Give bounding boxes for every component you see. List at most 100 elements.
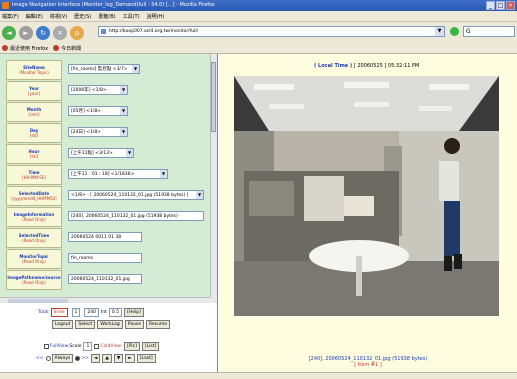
menu-help[interactable]: 說明(H) <box>147 13 165 20</box>
vertical-scrollbar[interactable] <box>210 54 217 303</box>
field-label: Year [year] <box>6 81 62 101</box>
window-titlebar: Image Navigation Interface (Monitor_log_… <box>0 0 517 11</box>
prev-arrow-icon[interactable]: ◄ <box>90 354 101 363</box>
bookmark-item[interactable]: 最近使用 Firefox <box>10 45 48 52</box>
office-scene <box>234 76 499 316</box>
field-label: SelectedDate (yyyymmdd_HHMMSS) <box>6 186 62 206</box>
total-label: Total <box>38 310 49 315</box>
back-icon[interactable]: ◄ <box>2 25 16 40</box>
chevron-down-icon[interactable]: ▼ <box>435 27 444 36</box>
maximize-button[interactable]: □ <box>496 1 505 10</box>
selected-time-field[interactable]: 20060524 0011 01 38 <box>68 232 142 242</box>
last-button[interactable]: [Last] <box>136 354 156 363</box>
field-label: ImagePathname/source (Read Only) <box>6 270 62 290</box>
help-button[interactable]: [Help] <box>124 308 144 317</box>
time-select[interactable]: [上午11 : 01 : 18] <1/1836> ▼ <box>68 169 168 179</box>
url-text: http://boop007.acl4.org.tw/monitor/full/ <box>109 29 199 34</box>
menu-history[interactable]: 歷史(S) <box>74 13 91 20</box>
control-panel: Total Slide 1 240 Int 0.5 [Help] Logout … <box>0 303 218 374</box>
chevron-down-icon: ▼ <box>120 107 127 115</box>
logout-button[interactable]: Logout <box>52 320 74 329</box>
field-row: ImagePathname/source (Read Only) 20060524… <box>6 270 210 292</box>
stop-icon[interactable]: × <box>53 25 67 40</box>
forward-icon[interactable]: ► <box>19 25 33 40</box>
scrollbar-thumb[interactable] <box>211 62 216 132</box>
field-row: MonitorTopic (Read Only) fin_rooms <box>6 249 210 271</box>
fullview-checkbox[interactable] <box>44 344 49 349</box>
always-button[interactable]: Always <box>51 354 74 363</box>
menu-tools[interactable]: 工具(T) <box>123 13 140 20</box>
hour-select[interactable]: [上午11點] <3/13> ▼ <box>68 148 134 158</box>
down-arrow-icon[interactable]: ▼ <box>113 354 124 363</box>
nav-prefix: << <box>36 356 44 361</box>
field-row: Day [dd] [24日] <1/8> ▼ <box>6 123 210 145</box>
worklog-button[interactable]: WorkLog <box>97 320 123 329</box>
field-row: SelectedTime (Read Only) 20060524 0011 01… <box>6 228 210 250</box>
day-select[interactable]: [24日] <1/8> ▼ <box>68 127 128 137</box>
field-label: SelectedTime (Read Only) <box>6 228 62 248</box>
field-row: ImageInformation (Read Only) [240]. 20060… <box>6 207 210 229</box>
fullview-label: FullView <box>50 344 69 349</box>
page-content: SiteName (Monitor Topic) [fin_rooms] 監控點 … <box>0 54 517 374</box>
field-label: ImageInformation (Read Only) <box>6 207 62 227</box>
local-time: ( Local Time ) [ 20060525 ] 05:32:11 PM <box>314 63 419 69</box>
pic-button[interactable]: [Pic] <box>124 342 140 351</box>
image-path-field[interactable]: 20060524_110132_01.jpg <box>68 274 142 284</box>
bookmarks-bar: 最近使用 Firefox 今日新聞 <box>0 43 517 54</box>
image-info-field[interactable]: [240]. 20060524_110132_01.jpg (51938 byt… <box>68 211 204 221</box>
next-arrow-icon[interactable]: ► <box>125 354 135 363</box>
url-bar[interactable]: http://boop007.acl4.org.tw/monitor/full/… <box>98 26 445 37</box>
sitename-select[interactable]: [fin_rooms] 監控點 <3/7> ▼ <box>68 64 140 74</box>
field-row: SiteName (Monitor Topic) [fin_rooms] 監控點 … <box>6 60 210 82</box>
field-label: Hour [hh] <box>6 144 62 164</box>
menu-edit[interactable]: 編輯(E) <box>26 13 43 20</box>
field-label: Day [dd] <box>6 123 62 143</box>
pause-button[interactable]: Pause <box>124 320 144 329</box>
slide-input[interactable]: 1 <box>71 308 81 317</box>
field-row: Year [year] [2006年] <1/8> ▼ <box>6 81 210 103</box>
caption-item: [ Item #1 ] <box>354 362 382 368</box>
select-button[interactable]: Select <box>75 320 96 329</box>
menu-file[interactable]: 檔案(F) <box>2 13 19 20</box>
int-label: Int <box>100 310 107 315</box>
bookmark-item[interactable]: 今日新聞 <box>61 45 81 52</box>
chevron-down-icon: ▼ <box>120 128 127 136</box>
status-bar <box>0 372 517 379</box>
menu-bar: 檔案(F) 編輯(E) 檢視(V) 歷史(S) 書籤(B) 工具(T) 說明(H… <box>0 11 517 22</box>
of-input[interactable]: 240 <box>84 308 99 317</box>
firefox-icon <box>2 2 9 9</box>
navigation-toolbar: ◄ ► ↻ × ⌂ http://boop007.acl4.org.tw/mon… <box>0 22 517 43</box>
camera-image[interactable] <box>234 76 499 316</box>
menu-view[interactable]: 檢視(V) <box>50 13 67 20</box>
search-input[interactable]: G <box>463 26 515 37</box>
coldview-checkbox[interactable] <box>94 344 100 349</box>
resume-button[interactable]: Resume <box>145 320 171 329</box>
minimize-button[interactable]: _ <box>486 1 495 10</box>
go-icon[interactable] <box>450 27 459 36</box>
close-button[interactable]: × <box>506 1 515 10</box>
int-input[interactable]: 0.5 <box>108 308 123 317</box>
always-radio[interactable] <box>45 356 51 361</box>
scale-label: Scale <box>69 344 82 349</box>
monitor-topic-field[interactable]: fin_rooms <box>68 253 142 263</box>
favicon-icon <box>101 29 106 34</box>
scale-select[interactable]: 1 <box>83 342 93 351</box>
selected-date-select[interactable]: <1/8> - [ 20060524_110132_01.jpg (51938 … <box>68 190 204 200</box>
image-caption: [240]. 20060524_110132_01.jpg (51938 byt… <box>219 356 517 368</box>
list-button[interactable]: [List] <box>141 342 160 351</box>
field-label: MonitorTopic (Read Only) <box>6 249 62 269</box>
slide-label: Slide <box>50 308 68 317</box>
reload-icon[interactable]: ↻ <box>36 25 50 40</box>
menu-bookmarks[interactable]: 書籤(B) <box>98 13 115 20</box>
chevron-down-icon: ▼ <box>126 149 133 157</box>
up-arrow-icon[interactable]: ▲ <box>102 354 112 363</box>
local-time-value: [ 20060525 ] 05:32:11 PM <box>353 63 420 69</box>
next-radio[interactable] <box>75 356 81 361</box>
home-icon[interactable]: ⌂ <box>70 25 84 40</box>
month-select[interactable]: [05月] <1/8> ▼ <box>68 106 128 116</box>
local-time-label: ( Local Time ) <box>314 63 353 69</box>
chevron-down-icon: ▼ <box>120 86 127 94</box>
coldview-label: ColdView <box>100 344 122 349</box>
year-select[interactable]: [2006年] <1/8> ▼ <box>68 85 128 95</box>
field-row: Time [HH:MM:SS] [上午11 : 01 : 18] <1/1836>… <box>6 165 210 187</box>
